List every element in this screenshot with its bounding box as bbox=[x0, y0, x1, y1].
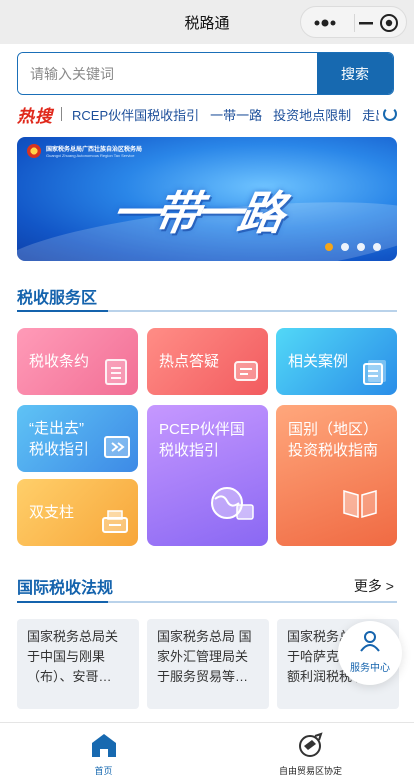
service-center-button[interactable]: 服务中心 bbox=[338, 621, 402, 685]
tab-bar: 首页 自由贸易区协定 bbox=[0, 722, 414, 780]
hot-search-logo: 热搜 bbox=[17, 106, 53, 126]
law-card[interactable]: 国家税务总局 国家外汇管理局关于服务贸易等… bbox=[147, 619, 269, 709]
section-divider bbox=[17, 310, 397, 312]
tile-two-pillars[interactable]: 双支柱 bbox=[17, 479, 138, 546]
tile-label-line1: PCEP伙伴国 bbox=[159, 421, 245, 438]
banner-org-name-cn: 国家税务总局广西壮族自治区税务局 bbox=[46, 147, 143, 153]
hot-search-divider bbox=[61, 107, 62, 121]
section-title-tax-service: 税收服务区 bbox=[17, 290, 98, 307]
banner-org-name-en: Guangxi Zhuang Autonomous Region Tax Ser… bbox=[46, 153, 135, 158]
tab-free-trade-agreement[interactable]: 自由贸易区协定 bbox=[207, 723, 414, 780]
carousel-dot[interactable] bbox=[373, 243, 381, 251]
tile-label-line2: 投资税收指南 bbox=[288, 442, 379, 459]
tile-related-cases[interactable]: 相关案例 bbox=[276, 328, 397, 395]
tile-label: 双支柱 bbox=[29, 504, 75, 521]
service-center-label: 服务中心 bbox=[350, 663, 390, 674]
tab-label: 自由贸易区协定 bbox=[278, 766, 342, 776]
guide-arrow-icon bbox=[104, 436, 130, 458]
banner-org: 国家税务总局广西壮族自治区税务局 Guangxi Zhuang Autonomo… bbox=[27, 144, 142, 158]
tile-hot-qa[interactable]: 热点答疑 bbox=[147, 328, 268, 395]
minimize-icon bbox=[359, 22, 373, 25]
close-miniprogram-icon bbox=[380, 14, 398, 32]
banner-carousel[interactable]: 国家税务总局广西壮族自治区税务局 Guangxi Zhuang Autonomo… bbox=[17, 137, 397, 261]
tile-label-line2: 税收指引 bbox=[159, 442, 220, 459]
more-dots-icon bbox=[314, 19, 336, 27]
hot-search-bar: 热搜 RCEP伙伴国税收指引 一带一路 投资地点限制 走出去 bbox=[17, 103, 397, 126]
hot-search-terms: RCEP伙伴国税收指引 一带一路 投资地点限制 走出去 bbox=[72, 105, 379, 124]
globe-doc-icon bbox=[211, 487, 254, 520]
search-box: 搜索 bbox=[17, 52, 394, 95]
minimize-close-group[interactable] bbox=[359, 11, 403, 35]
tax-emblem-icon bbox=[27, 144, 41, 158]
mini-program-capsule bbox=[300, 6, 407, 38]
service-person-icon bbox=[360, 631, 380, 652]
carousel-dot[interactable] bbox=[341, 243, 349, 251]
tab-home[interactable]: 首页 bbox=[0, 723, 207, 780]
banner-headline: 一带一路 bbox=[107, 186, 286, 240]
tile-label-line2: 税收指引 bbox=[29, 441, 90, 458]
chat-card-icon bbox=[234, 361, 258, 381]
carousel-indicators bbox=[317, 243, 381, 251]
tile-label-line1: 国别（地区） bbox=[288, 421, 379, 438]
tile-tax-treaty[interactable]: 税收条约 bbox=[17, 328, 138, 395]
search-button[interactable]: 搜索 bbox=[317, 53, 393, 94]
home-icon bbox=[92, 734, 116, 757]
tile-label: 相关案例 bbox=[288, 353, 349, 370]
case-list-icon bbox=[363, 360, 386, 385]
section-divider bbox=[17, 601, 397, 603]
hot-term[interactable]: RCEP伙伴国税收指引 bbox=[72, 105, 199, 124]
refresh-icon[interactable] bbox=[383, 107, 397, 121]
search-input[interactable] bbox=[18, 53, 317, 94]
tile-rcep-partner-guide[interactable]: PCEP伙伴国 税收指引 bbox=[147, 405, 268, 546]
tile-going-out-guide[interactable]: “走出去” 税收指引 bbox=[17, 405, 138, 472]
globe-rocket-icon bbox=[299, 732, 323, 757]
document-icon bbox=[105, 359, 127, 385]
hot-term[interactable]: 走出去 bbox=[362, 105, 379, 124]
carousel-dot[interactable] bbox=[325, 243, 333, 251]
section-title-intl-law: 国际税收法规 bbox=[17, 580, 114, 597]
carousel-dot[interactable] bbox=[357, 243, 365, 251]
hot-term[interactable]: 投资地点限制 bbox=[273, 105, 351, 124]
nav-bar: 税路通 bbox=[0, 0, 414, 44]
tile-country-invest-guide[interactable]: 国别（地区） 投资税收指南 bbox=[276, 405, 397, 546]
tile-label-line1: “走出去” bbox=[29, 420, 84, 437]
printer-icon bbox=[102, 510, 128, 533]
tile-label: 税收条约 bbox=[29, 353, 90, 370]
law-card[interactable]: 国家税务总局关于中国与刚果（布）、安哥… bbox=[17, 619, 139, 709]
tab-label: 首页 bbox=[94, 766, 113, 776]
tile-label: 热点答疑 bbox=[159, 353, 220, 370]
book-icon bbox=[343, 490, 377, 518]
hot-term[interactable]: 一带一路 bbox=[210, 105, 262, 124]
more-link[interactable]: 更多 > bbox=[354, 576, 394, 596]
banner-org-text: 国家税务总局广西壮族自治区税务局 Guangxi Zhuang Autonomo… bbox=[46, 144, 142, 158]
more-button[interactable] bbox=[307, 11, 351, 35]
capsule-divider bbox=[354, 14, 355, 32]
